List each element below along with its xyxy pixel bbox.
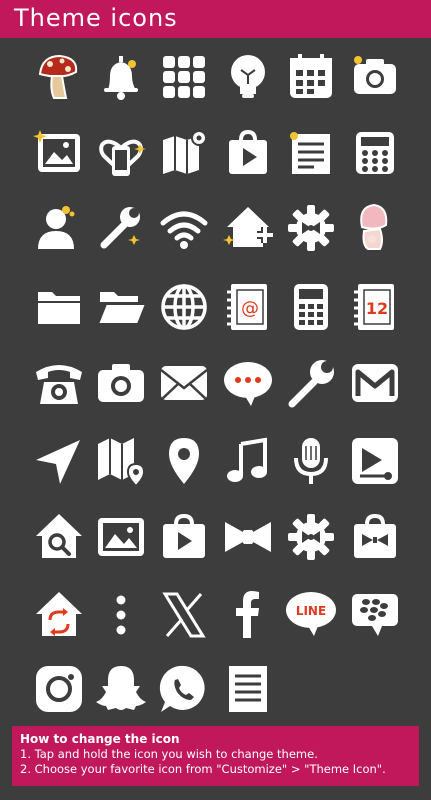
calculator-small-icon[interactable] [284,280,338,334]
camera-2-icon[interactable] [94,356,148,410]
facebook-icon[interactable] [221,588,275,642]
image-icon[interactable] [94,510,148,564]
app-grid-icon[interactable] [157,50,211,104]
store-play-icon[interactable] [157,510,211,564]
instagram-icon[interactable] [32,662,86,716]
home-sync-icon[interactable] [32,588,86,642]
lightbulb-icon[interactable] [221,50,275,104]
wrench-icon[interactable] [284,356,338,410]
phone-heart-icon[interactable] [94,126,148,180]
wrench-settings-icon[interactable] [94,201,148,255]
x-logo-icon[interactable] [157,588,211,642]
camera-icon[interactable] [348,50,402,104]
whatsapp-icon[interactable] [157,662,211,716]
navigation-icon[interactable] [32,434,86,488]
contacts-icon[interactable] [32,201,86,255]
folder-icon[interactable] [32,280,86,334]
svg-text:@: @ [241,298,259,319]
bow-icon[interactable] [221,510,275,564]
home-search-icon[interactable] [32,510,86,564]
gmail-icon[interactable] [348,356,402,410]
folder-open-icon[interactable] [94,280,148,334]
gallery-icon[interactable] [32,126,86,180]
wifi-icon[interactable] [157,201,211,255]
bell-icon[interactable] [94,50,148,104]
message-icon[interactable] [221,356,275,410]
telephone-icon[interactable] [32,356,86,410]
instructions-panel: How to change the icon 1. Tap and hold t… [12,726,419,786]
map-icon[interactable] [157,126,211,180]
store-bow-icon[interactable] [348,510,402,564]
instruction-step-2: 2. Choose your favorite icon from "Custo… [20,762,386,776]
pink-mushroom-icon[interactable] [348,201,402,255]
calendar-12-icon[interactable]: 12 [348,280,402,334]
line-icon-text: LINE [296,604,326,618]
microphone-icon[interactable] [284,434,338,488]
svg-text:12: 12 [366,299,388,318]
instructions-heading: How to change the icon [20,732,180,746]
maps-pin-icon[interactable] [94,434,148,488]
home-add-icon[interactable] [221,201,275,255]
calculator-icon[interactable] [348,126,402,180]
location-pin-icon[interactable] [157,434,211,488]
line-icon[interactable]: LINE [284,588,338,642]
instruction-step-1: 1. Tap and hold the icon you wish to cha… [20,747,318,761]
video-player-icon[interactable] [348,434,402,488]
address-book-icon[interactable]: @ [221,280,275,334]
mushroom-icon[interactable] [32,50,86,104]
icon-grid: @ 12 LINE [0,0,431,730]
music-note-icon[interactable] [221,434,275,488]
play-store-icon[interactable] [221,126,275,180]
document-icon[interactable] [221,662,275,716]
mail-icon[interactable] [157,356,211,410]
calendar-icon[interactable] [284,50,338,104]
more-dots-icon[interactable] [94,588,148,642]
gear-2-icon[interactable] [284,510,338,564]
snapchat-icon[interactable] [94,662,148,716]
blackberry-icon[interactable] [348,588,402,642]
notes-icon[interactable] [284,126,338,180]
gear-icon[interactable] [284,201,338,255]
globe-icon[interactable] [157,280,211,334]
